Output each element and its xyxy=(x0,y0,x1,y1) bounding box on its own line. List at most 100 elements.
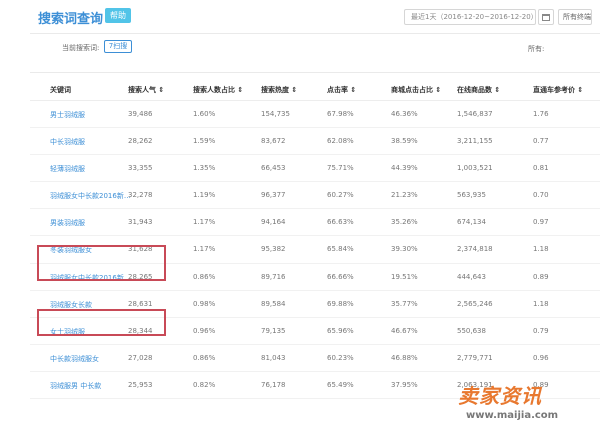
header-search-heat[interactable]: 搜索热度 ⇕ xyxy=(261,85,297,95)
cell-search-popularity: 25,953 xyxy=(128,380,153,389)
cell-search-heat: 95,382 xyxy=(261,245,286,254)
cell-click-rate: 60.23% xyxy=(327,353,354,362)
cell-keyword[interactable]: 冬装羽绒服女 xyxy=(50,245,92,255)
cell-online-products: 1,003,521 xyxy=(457,164,493,173)
date-range-display[interactable]: 最近1天（2016-12-20~2016-12-20） xyxy=(404,9,536,25)
cell-searcher-share: 1.17% xyxy=(193,245,216,254)
header-ztc-price[interactable]: 直通车参考价 ⇕ xyxy=(533,85,583,95)
help-badge[interactable]: 帮助 xyxy=(105,8,131,23)
table-row: 中长羽绒服 28,262 1.59% 83,672 62.08% 38.59% 3,211,… xyxy=(30,128,600,156)
cell-search-heat: 94,164 xyxy=(261,218,286,227)
cell-search-popularity: 28,265 xyxy=(128,272,153,281)
cell-keyword[interactable]: 羽绒服女长款 xyxy=(50,300,92,310)
cell-ztc-price: 1.76 xyxy=(533,110,549,118)
cell-search-popularity: 31,943 xyxy=(128,218,153,227)
cell-ztc-price: 1.18 xyxy=(533,245,549,254)
cell-online-products: 444,643 xyxy=(457,272,486,281)
table-header: 关键词 搜索人气 ⇕ 搜索人数占比 ⇕ 搜索热度 ⇕ 点击率 ⇕ 商城点击占比 … xyxy=(30,80,600,101)
cell-online-products: 563,935 xyxy=(457,191,486,200)
filter-divider xyxy=(30,72,600,73)
table-row: 轻薄羽绒服 33,355 1.35% 66,453 75.71% 44.39% 1,003,… xyxy=(30,155,600,183)
cell-keyword[interactable]: 羽绒服女中长款2016新… xyxy=(50,191,131,201)
header-keyword[interactable]: 关键词 xyxy=(50,85,71,95)
cell-click-rate: 66.66% xyxy=(327,272,354,281)
cell-ztc-price: 0.96 xyxy=(533,353,549,362)
cell-search-heat: 66,453 xyxy=(261,164,286,173)
cell-mall-click-share: 46.67% xyxy=(391,326,418,335)
calendar-button[interactable] xyxy=(538,9,554,25)
header-divider xyxy=(30,33,600,34)
cell-searcher-share: 1.59% xyxy=(193,137,216,146)
table-row: 冬装羽绒服女 31,628 1.17% 95,382 65.84% 39.30% 2,374… xyxy=(30,236,600,264)
cell-searcher-share: 0.96% xyxy=(193,326,216,335)
cell-searcher-share: 0.98% xyxy=(193,299,216,308)
table-body: 男士羽绒服 39,486 1.60% 154,735 67.98% 46.36% 1,546… xyxy=(30,101,600,400)
cell-search-heat: 81,043 xyxy=(261,353,286,362)
cell-mall-click-share: 46.88% xyxy=(391,353,418,362)
filter-chip[interactable]: 7扫搜 xyxy=(104,40,132,53)
cell-ztc-price: 1.18 xyxy=(533,299,549,308)
cell-keyword[interactable]: 中长羽绒服 xyxy=(50,137,85,147)
table-row: 羽绒服女长款 28,631 0.98% 89,584 69.88% 35.77% 2,565… xyxy=(30,291,600,318)
cell-search-heat: 154,735 xyxy=(261,110,290,118)
cell-search-heat: 83,672 xyxy=(261,137,286,146)
cell-ztc-price: 0.70 xyxy=(533,191,549,200)
cell-mall-click-share: 38.59% xyxy=(391,137,418,146)
table-row: 中长款羽绒服女 27,028 0.86% 81,043 60.23% 46.88% 2,77… xyxy=(30,345,600,372)
watermark-brand: 卖家资讯 xyxy=(458,384,542,408)
cell-search-popularity: 28,344 xyxy=(128,326,153,335)
cell-mall-click-share: 19.51% xyxy=(391,272,418,281)
page-title: 搜索词查询 xyxy=(38,12,104,27)
table-row: 女士羽绒服 28,344 0.96% 79,135 65.96% 46.67% 550,63… xyxy=(30,318,600,345)
header-searcher-share[interactable]: 搜索人数占比 ⇕ xyxy=(193,85,243,95)
cell-searcher-share: 0.86% xyxy=(193,353,216,362)
cell-click-rate: 75.71% xyxy=(327,164,354,173)
cell-search-heat: 96,377 xyxy=(261,191,286,200)
cell-keyword[interactable]: 羽绒服女中长款2016新… xyxy=(50,273,131,283)
cell-click-rate: 66.63% xyxy=(327,218,354,227)
cell-online-products: 2,565,246 xyxy=(457,299,493,308)
cell-search-popularity: 28,262 xyxy=(128,137,153,146)
cell-click-rate: 62.08% xyxy=(327,137,354,146)
cell-search-heat: 89,716 xyxy=(261,272,286,281)
cell-keyword[interactable]: 中长款羽绒服女 xyxy=(50,354,99,364)
cell-ztc-price: 0.77 xyxy=(533,137,549,146)
cell-mall-click-share: 44.39% xyxy=(391,164,418,173)
cell-mall-click-share: 37.95% xyxy=(391,380,418,389)
cell-click-rate: 65.84% xyxy=(327,245,354,254)
cell-searcher-share: 0.86% xyxy=(193,272,216,281)
cell-click-rate: 60.27% xyxy=(327,191,354,200)
terminal-select[interactable]: 所有终端 xyxy=(558,9,592,25)
cell-keyword[interactable]: 轻薄羽绒服 xyxy=(50,164,85,174)
cell-mall-click-share: 21.23% xyxy=(391,191,418,200)
cell-search-popularity: 31,628 xyxy=(128,245,153,254)
cell-click-rate: 69.88% xyxy=(327,299,354,308)
cell-search-popularity: 33,355 xyxy=(128,164,153,173)
cell-search-popularity: 28,631 xyxy=(128,299,153,308)
table-row: 羽绒服女中长款2016新… 28,265 0.86% 89,716 66.66% 19.5… xyxy=(30,264,600,291)
cell-online-products: 3,211,155 xyxy=(457,137,493,146)
right-filter-label: 所有: xyxy=(528,45,545,53)
cell-keyword[interactable]: 女士羽绒服 xyxy=(50,327,85,337)
cell-ztc-price: 0.89 xyxy=(533,272,549,281)
cell-mall-click-share: 35.77% xyxy=(391,299,418,308)
cell-keyword[interactable]: 男士羽绒服 xyxy=(50,110,85,120)
cell-mall-click-share: 46.36% xyxy=(391,110,418,118)
cell-online-products: 2,374,818 xyxy=(457,245,493,254)
cell-online-products: 2,779,771 xyxy=(457,353,493,362)
cell-keyword[interactable]: 男装羽绒服 xyxy=(50,218,85,228)
keyword-table: 关键词 搜索人气 ⇕ 搜索人数占比 ⇕ 搜索热度 ⇕ 点击率 ⇕ 商城点击占比 … xyxy=(30,80,600,400)
header-search-popularity[interactable]: 搜索人气 ⇕ xyxy=(128,85,164,95)
header-online-products[interactable]: 在线商品数 ⇕ xyxy=(457,85,500,95)
header-mall-click-share[interactable]: 商城点击占比 ⇕ xyxy=(391,85,441,95)
filter-label: 当前搜索词: xyxy=(62,44,100,52)
table-row: 羽绒服女中长款2016新… 32,278 1.19% 96,377 60.27% 21.2… xyxy=(30,182,600,210)
cell-search-heat: 76,178 xyxy=(261,380,286,389)
watermark-url: www.maijia.com xyxy=(466,410,559,421)
cell-click-rate: 67.98% xyxy=(327,110,354,118)
cell-searcher-share: 1.19% xyxy=(193,191,216,200)
table-row: 男士羽绒服 39,486 1.60% 154,735 67.98% 46.36% 1,546… xyxy=(30,101,600,129)
cell-ztc-price: 0.79 xyxy=(533,326,549,335)
header-click-rate[interactable]: 点击率 ⇕ xyxy=(327,85,356,95)
cell-keyword[interactable]: 羽绒服男 中长款 xyxy=(50,381,101,391)
